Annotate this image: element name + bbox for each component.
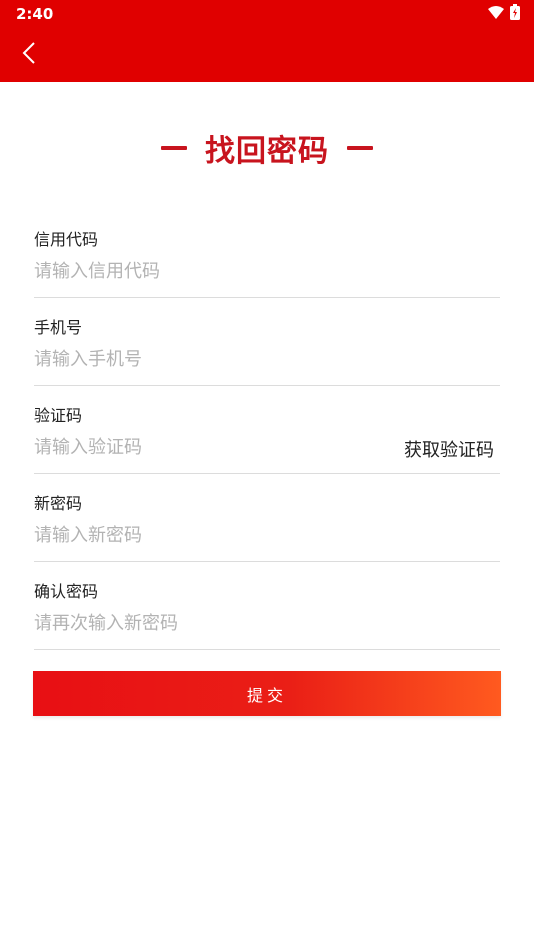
submit-button[interactable]: 提交 bbox=[33, 671, 501, 716]
credit-code-input[interactable] bbox=[34, 254, 500, 288]
phone-input[interactable] bbox=[34, 342, 500, 376]
status-icons bbox=[488, 4, 520, 24]
credit-code-label: 信用代码 bbox=[34, 230, 99, 249]
battery-icon bbox=[510, 4, 520, 24]
phone-label: 手机号 bbox=[34, 318, 83, 337]
chevron-left-icon bbox=[22, 42, 36, 68]
confirm-password-input[interactable] bbox=[34, 606, 500, 640]
divider bbox=[34, 473, 500, 474]
verify-code-input[interactable] bbox=[34, 430, 394, 464]
new-password-label: 新密码 bbox=[34, 494, 83, 513]
page-header: 找回密码 bbox=[0, 126, 534, 170]
status-bar: 2:40 bbox=[0, 0, 534, 28]
wifi-icon bbox=[488, 5, 504, 23]
new-password-field: 新密码 bbox=[34, 490, 500, 578]
divider bbox=[34, 297, 500, 298]
app-bar bbox=[0, 28, 534, 82]
confirm-password-label: 确认密码 bbox=[34, 582, 99, 601]
back-button[interactable] bbox=[12, 38, 46, 72]
get-code-button[interactable]: 获取验证码 bbox=[404, 436, 494, 462]
divider bbox=[34, 561, 500, 562]
divider bbox=[34, 385, 500, 386]
title-dash-right bbox=[347, 146, 373, 150]
verify-code-label: 验证码 bbox=[34, 406, 83, 425]
verify-code-field: 验证码 获取验证码 bbox=[34, 402, 500, 490]
status-time: 2:40 bbox=[16, 5, 54, 23]
credit-code-field: 信用代码 bbox=[34, 226, 500, 314]
confirm-password-field: 确认密码 bbox=[34, 578, 500, 666]
divider bbox=[34, 649, 500, 650]
new-password-input[interactable] bbox=[34, 518, 500, 552]
page-title: 找回密码 bbox=[205, 134, 329, 169]
title-dash-left bbox=[161, 146, 187, 150]
phone-field: 手机号 bbox=[34, 314, 500, 402]
